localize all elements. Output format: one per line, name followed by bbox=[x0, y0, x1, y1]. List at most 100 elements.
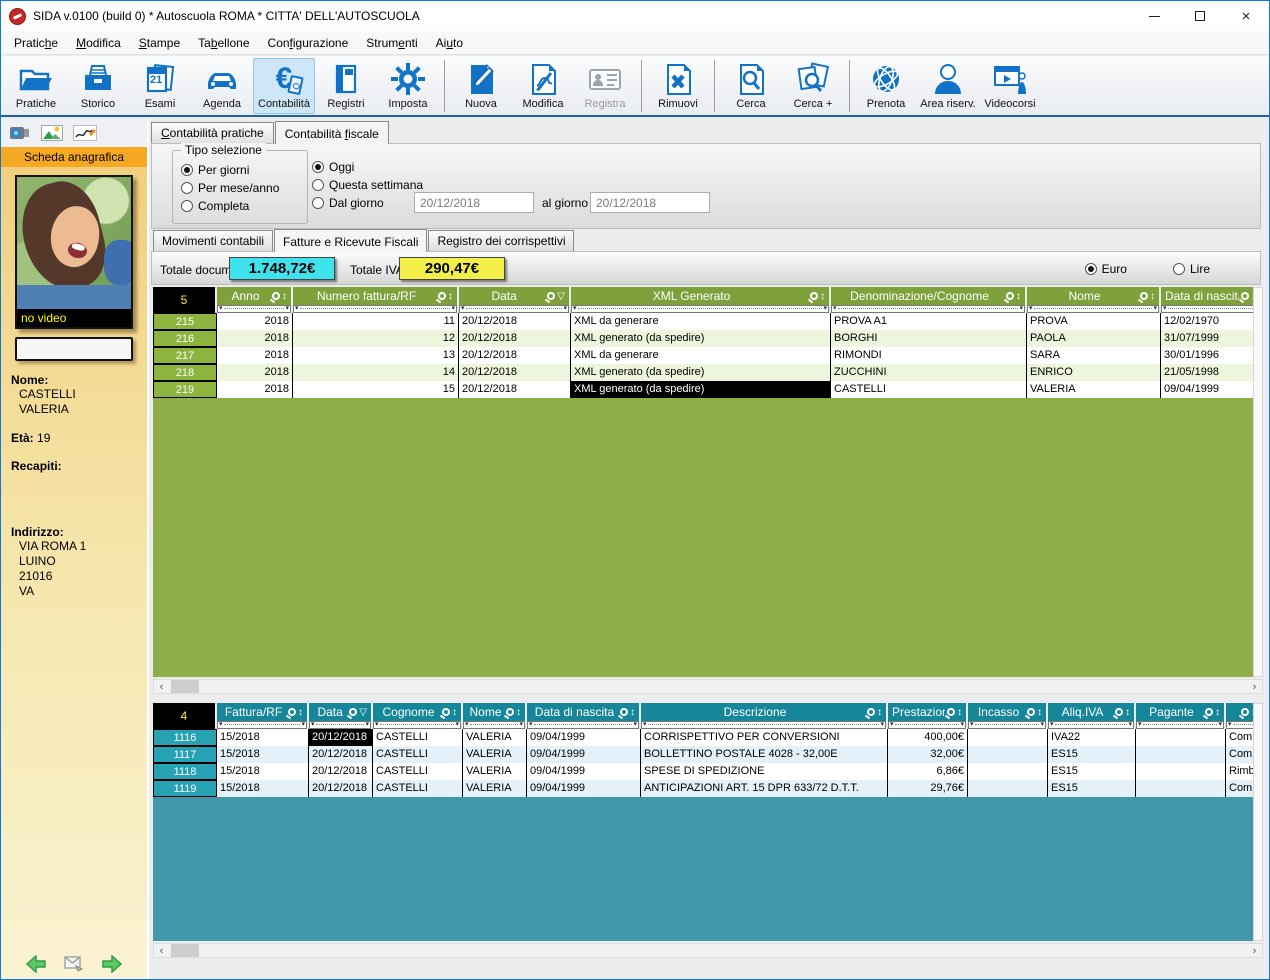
cell-extra[interactable]: Compete bbox=[1226, 729, 1253, 746]
column-filter-strip[interactable]: ▾ ▾ bbox=[831, 305, 1025, 313]
tab-contabilita-pratiche[interactable]: Contabilità pratiche bbox=[151, 122, 274, 143]
to-date-input[interactable] bbox=[590, 192, 710, 213]
toolbar-storico-button[interactable]: Storico bbox=[67, 58, 129, 114]
cell-xml-generato[interactable]: XML generato (da spedire) bbox=[571, 381, 831, 398]
invoice-row[interactable]: 217 2018 13 20/12/2018 XML da generare R… bbox=[153, 347, 1253, 364]
column-filter-strip[interactable]: ▾ ▾ bbox=[217, 305, 291, 313]
cell-data[interactable]: 20/12/2018 bbox=[459, 381, 571, 398]
cell-denominazione[interactable]: PROVA A1 bbox=[831, 313, 1027, 330]
column-header[interactable]: Prestazione ↕ ▽ ▾ ▾ bbox=[888, 703, 968, 729]
radio-option[interactable]: Per mese/anno bbox=[181, 179, 279, 197]
cell-incasso[interactable] bbox=[968, 729, 1048, 746]
invoice-row[interactable]: 218 2018 14 20/12/2018 XML generato (da … bbox=[153, 364, 1253, 381]
cell-fattura[interactable]: 15/2018 bbox=[217, 729, 309, 746]
row-id-cell[interactable]: 1119 bbox=[153, 780, 217, 797]
row-id-cell[interactable]: 215 bbox=[153, 313, 217, 330]
cell-numero-fattura[interactable]: 12 bbox=[293, 330, 459, 347]
cell-incasso[interactable] bbox=[968, 763, 1048, 780]
row-id-cell[interactable]: 216 bbox=[153, 330, 217, 347]
toolbar-registri-button[interactable]: Registri bbox=[315, 58, 377, 114]
toolbar-cerca-plus-button[interactable]: Cerca + bbox=[782, 58, 844, 114]
cell-aliq-iva[interactable]: ES15 bbox=[1048, 780, 1136, 797]
cell-xml-generato[interactable]: XML da generare bbox=[571, 313, 831, 330]
cell-pagante[interactable] bbox=[1136, 780, 1226, 797]
toolbar-imposta-button[interactable]: Imposta bbox=[377, 58, 439, 114]
cell-xml-generato[interactable]: XML generato (da spedire) bbox=[571, 330, 831, 347]
scroll-left-icon[interactable]: ‹ bbox=[154, 944, 169, 957]
invoice-line-row[interactable]: 1116 15/2018 20/12/2018 CASTELLI VALERIA… bbox=[153, 729, 1253, 746]
maximize-button[interactable] bbox=[1177, 1, 1223, 31]
previous-record-button[interactable] bbox=[25, 955, 47, 973]
column-filter-strip[interactable]: ▾ ▾ bbox=[968, 721, 1046, 729]
menu-item[interactable]: Stampe bbox=[130, 33, 189, 53]
cell-anno[interactable]: 2018 bbox=[217, 364, 293, 381]
cell-descrizione[interactable]: CORRISPETTIVO PER CONVERSIONI bbox=[641, 729, 888, 746]
cell-nome[interactable]: PAOLA bbox=[1027, 330, 1161, 347]
invoices-vertical-scrollbar[interactable] bbox=[1253, 287, 1263, 677]
cell-pagante[interactable] bbox=[1136, 746, 1226, 763]
sidebar-empty-field[interactable] bbox=[15, 337, 133, 361]
column-header[interactable]: Data di nascita ↕ ▽ ▾ ▾ bbox=[527, 703, 641, 729]
row-id-cell[interactable]: 1117 bbox=[153, 746, 217, 763]
cell-nome[interactable]: VALERIA bbox=[463, 780, 527, 797]
invoice-line-row[interactable]: 1119 15/2018 20/12/2018 CASTELLI VALERIA… bbox=[153, 780, 1253, 797]
radio-option[interactable]: Completa bbox=[181, 197, 279, 215]
cell-denominazione[interactable]: ZUCCHINI bbox=[831, 364, 1027, 381]
column-header[interactable]: Fattura/RF ↕ ▽ ▾ ▾ bbox=[217, 703, 309, 729]
cell-numero-fattura[interactable]: 11 bbox=[293, 313, 459, 330]
toolbar-contabilita-button[interactable]: € Contabilità bbox=[253, 58, 315, 114]
scroll-right-icon[interactable]: › bbox=[1247, 680, 1262, 693]
cell-fattura[interactable]: 15/2018 bbox=[217, 763, 309, 780]
toolbar-agenda-button[interactable]: Agenda bbox=[191, 58, 253, 114]
column-header[interactable]: Data di nascita ↕ ▽ ▾ ▾ bbox=[1161, 287, 1253, 313]
column-filter-strip[interactable]: ▾ ▾ bbox=[641, 721, 886, 729]
scroll-right-icon[interactable]: › bbox=[1247, 944, 1262, 957]
cell-aliq-iva[interactable]: ES15 bbox=[1048, 763, 1136, 780]
cell-cognome[interactable]: CASTELLI bbox=[373, 780, 463, 797]
send-mail-button[interactable] bbox=[64, 956, 84, 972]
cell-data[interactable]: 20/12/2018 bbox=[309, 746, 373, 763]
column-filter-strip[interactable]: ▾ ▾ bbox=[1226, 721, 1253, 729]
invoice-line-row[interactable]: 1117 15/2018 20/12/2018 CASTELLI VALERIA… bbox=[153, 746, 1253, 763]
cell-data-nascita[interactable]: 09/04/1999 bbox=[527, 729, 641, 746]
toolbar-area-riservata-button[interactable]: Area riserv. bbox=[917, 58, 979, 114]
toolbar-rimuovi-button[interactable]: Rimuovi bbox=[647, 58, 709, 114]
invoice-lines-horizontal-scrollbar[interactable]: ‹ › bbox=[153, 943, 1263, 958]
cell-denominazione[interactable]: BORGHI bbox=[831, 330, 1027, 347]
invoice-line-row[interactable]: 1118 15/2018 20/12/2018 CASTELLI VALERIA… bbox=[153, 763, 1253, 780]
image-icon[interactable] bbox=[41, 125, 63, 141]
column-filter-strip[interactable]: ▾ ▾ bbox=[463, 721, 525, 729]
menu-item[interactable]: Tabellone bbox=[189, 33, 258, 53]
column-header[interactable]: Cognome ↕ ▽ ▾ ▾ bbox=[373, 703, 463, 729]
column-header[interactable]: Nome ↕ ▽ ▾ ▾ bbox=[1027, 287, 1161, 313]
menu-item[interactable]: Strumenti bbox=[357, 33, 426, 53]
cell-aliq-iva[interactable]: ES15 bbox=[1048, 746, 1136, 763]
column-filter-strip[interactable]: ▾ ▾ bbox=[1048, 721, 1134, 729]
cell-denominazione[interactable]: CASTELLI bbox=[831, 381, 1027, 398]
toolbar-cerca-button[interactable]: Cerca bbox=[720, 58, 782, 114]
cell-descrizione[interactable]: ANTICIPAZIONI ART. 15 DPR 633/72 D.T.T. bbox=[641, 780, 888, 797]
cell-pagante[interactable] bbox=[1136, 729, 1226, 746]
column-header[interactable]: ↕ ▽ ▾ ▾ bbox=[1226, 703, 1253, 729]
minimize-button[interactable] bbox=[1131, 1, 1177, 31]
from-date-input[interactable] bbox=[414, 192, 534, 213]
cell-descrizione[interactable]: BOLLETTINO POSTALE 4028 - 32,00E bbox=[641, 746, 888, 763]
cell-pagante[interactable] bbox=[1136, 763, 1226, 780]
column-header[interactable]: Pagante ↕ ▽ ▾ ▾ bbox=[1136, 703, 1226, 729]
cell-denominazione[interactable]: RIMONDI bbox=[831, 347, 1027, 364]
signature-icon[interactable] bbox=[73, 125, 97, 141]
column-filter-strip[interactable]: ▾ ▾ bbox=[1027, 305, 1159, 313]
cell-xml-generato[interactable]: XML da generare bbox=[571, 347, 831, 364]
cell-nome[interactable]: ENRICO bbox=[1027, 364, 1161, 381]
menu-item[interactable]: Aiuto bbox=[427, 33, 472, 53]
toolbar-esami-button[interactable]: 21 Esami bbox=[129, 58, 191, 114]
cell-nome[interactable]: VALERIA bbox=[463, 729, 527, 746]
cell-numero-fattura[interactable]: 14 bbox=[293, 364, 459, 381]
cell-extra[interactable]: Rimbors bbox=[1226, 763, 1253, 780]
radio-option[interactable]: Oggi bbox=[312, 158, 423, 176]
cell-data-nascita[interactable]: 09/04/1999 bbox=[527, 746, 641, 763]
toolbar-modifica-button[interactable]: Modifica bbox=[512, 58, 574, 114]
toolbar-videocorsi-button[interactable]: Videocorsi bbox=[979, 58, 1041, 114]
camera-icon[interactable] bbox=[9, 125, 31, 141]
cell-incasso[interactable] bbox=[968, 746, 1048, 763]
